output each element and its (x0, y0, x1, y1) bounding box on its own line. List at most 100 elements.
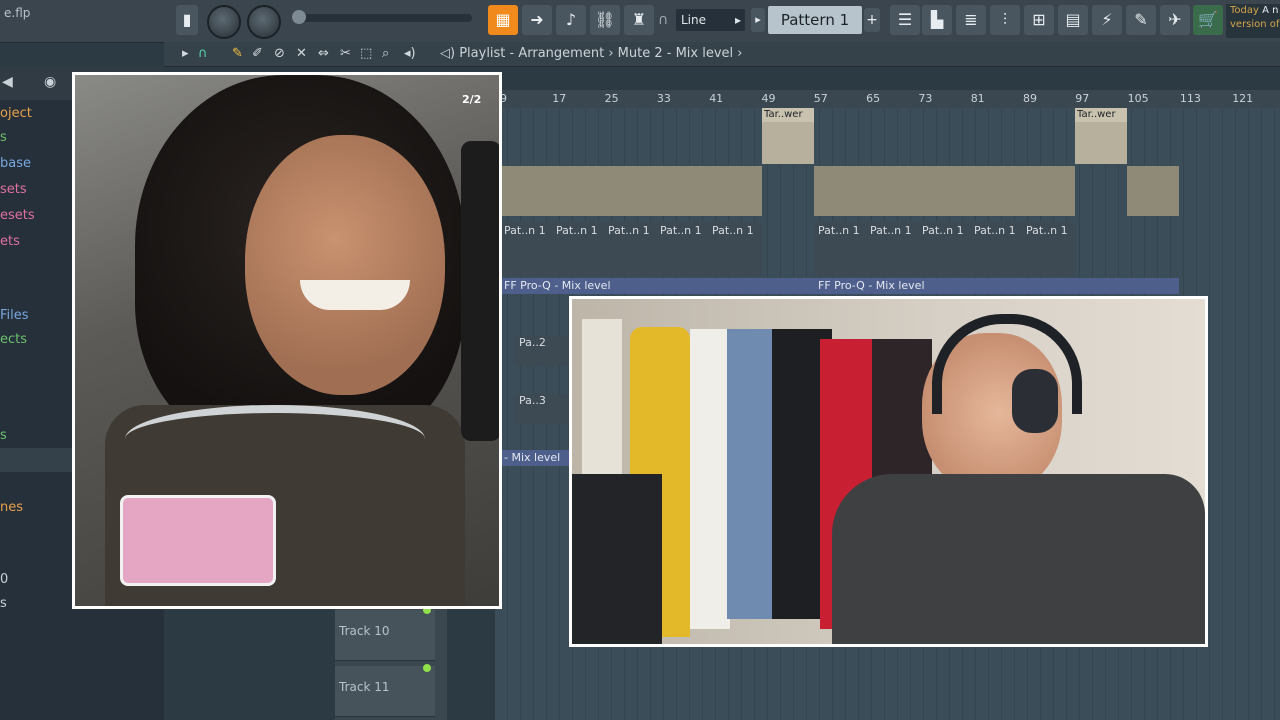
magnet-snap-icon[interactable]: ∩ (198, 46, 208, 61)
audio-clip[interactable]: Tar..wer (1075, 108, 1127, 164)
clip-label: Tar..wer (1075, 108, 1127, 122)
timeline-ruler[interactable]: 9 17 25 33 41 49 57 65 73 81 89 97 105 113 121 (495, 90, 1280, 108)
tempo-slider[interactable] (292, 14, 472, 22)
smile-teeth (300, 280, 410, 310)
sweater-shape (832, 474, 1205, 644)
browser-item[interactable]: esets (0, 208, 35, 223)
headphone-cup (1012, 369, 1058, 433)
browser-item[interactable]: sets (0, 182, 27, 197)
browser-item[interactable]: oject (0, 106, 32, 121)
piano-roll-icon[interactable]: ▙ (922, 5, 952, 35)
track-header[interactable]: Track 10 (335, 610, 435, 661)
ruler-tick-label: 97 (1075, 92, 1090, 105)
pattern-clip-row[interactable]: Pat..n 1 Pat..n 1 Pat..n 1 Pat..n 1 Pat.… (500, 222, 762, 276)
link-icon[interactable]: ⛓ (590, 5, 620, 35)
pattern-clip-row[interactable]: Pat..n 1 Pat..n 1 Pat..n 1 Pat..n 1 Pat.… (814, 222, 1075, 276)
coat-white-2 (690, 329, 730, 629)
ruler-tick-label: 65 (866, 92, 881, 105)
automation-clip[interactable]: FF Pro-Q - Mix level (814, 278, 1179, 294)
menu-arrow-icon[interactable]: ▸ (182, 46, 189, 61)
pattern-clip-label: Pat..n 1 (870, 224, 912, 237)
track-header[interactable]: Track 11 (335, 666, 435, 717)
track-name: Track 11 (339, 680, 390, 694)
audio-clip[interactable]: Tar..wer (762, 108, 814, 164)
audio-clip[interactable] (1127, 166, 1179, 216)
browser-icon[interactable]: ⊞ (1024, 5, 1054, 35)
browser-item[interactable]: s (0, 428, 7, 443)
slip-tool-icon[interactable]: ⇔ (318, 46, 329, 61)
browser-item[interactable]: ects (0, 332, 27, 347)
coat-denim (727, 329, 777, 619)
pattern-clip-label: Pat..n 1 (556, 224, 598, 237)
pattern-clip-label: Pat..n 1 (974, 224, 1016, 237)
delete-tool-icon[interactable]: ⊘ (274, 46, 285, 61)
master-pitch-knob[interactable] (247, 5, 281, 39)
cart-icon[interactable]: 🛒 (1193, 5, 1223, 35)
ruler-tick-label: 41 (709, 92, 724, 105)
pattern-clip-label: Pat..n 1 (504, 224, 546, 237)
pattern-selector[interactable]: Pattern 1 (768, 6, 862, 34)
master-volume-knob[interactable] (207, 5, 241, 39)
browser-item[interactable]: base (0, 156, 31, 171)
automation-clip[interactable]: FF Pro-Q - Mix level (500, 278, 814, 294)
slice-tool-icon[interactable]: ✂ (340, 46, 351, 61)
slide-icon[interactable]: ♪ (556, 5, 586, 35)
typing-keyboard-icon[interactable]: ▦ (488, 5, 518, 35)
magnet-icon[interactable]: ∩ (658, 12, 668, 28)
pattern-clip-label: Pat..n 1 (922, 224, 964, 237)
breadcrumb-separator: › (737, 46, 743, 61)
pattern-clip-label: Pat..n 1 (712, 224, 754, 237)
pattern-prev-button[interactable]: ▸ (751, 8, 765, 32)
project-info-icon[interactable]: ▤ (1058, 5, 1088, 35)
playlist-icon[interactable]: ☰ (890, 5, 920, 35)
ruler-tick-label: 121 (1232, 92, 1254, 105)
zoom-tool-icon[interactable]: ⌕ (382, 46, 389, 61)
pattern-clip[interactable]: Pa..2 (515, 336, 573, 366)
playback-tool-icon[interactable]: ◂) (404, 46, 416, 61)
browser-item[interactable]: nes (0, 500, 23, 515)
news-panel[interactable]: Today A n version of (1226, 4, 1280, 38)
speaker-icon: ◁) (440, 46, 460, 61)
ruler-tick-label: 49 (761, 92, 776, 105)
select-tool-icon[interactable]: ⬚ (360, 46, 372, 61)
mixer-icon[interactable]: ⫶ (990, 5, 1020, 35)
paint-tool-icon[interactable]: ✐ (252, 46, 263, 61)
channel-rack-icon[interactable]: ≣ (956, 5, 986, 35)
overlay-photo-woman: 2/2 (72, 72, 502, 609)
pattern-clip[interactable]: Pa..3 (515, 394, 573, 424)
browser-item[interactable]: ets (0, 234, 20, 249)
plugin-icon[interactable]: ⚡ (1092, 5, 1122, 35)
ruler-tick-label: 17 (552, 92, 567, 105)
breadcrumb-title[interactable]: Playlist - Arrangement (459, 46, 604, 61)
mixer-slider-icon[interactable]: ▮ (176, 5, 198, 35)
draw-tool-icon[interactable]: ✎ (232, 46, 243, 61)
speaker-icon[interactable]: ◀ (2, 74, 13, 90)
slider-handle[interactable] (292, 10, 306, 24)
send-icon[interactable]: ✈ (1160, 5, 1190, 35)
mute-tool-icon[interactable]: ✕ (296, 46, 307, 61)
browser-item[interactable]: Files (0, 308, 29, 323)
microphone-icon[interactable]: ✎ (1126, 5, 1156, 35)
automation-clip[interactable]: - Mix level (500, 450, 570, 466)
ruler-tick-label: 57 (813, 92, 828, 105)
photo-counter: 2/2 (462, 93, 482, 106)
stamp-icon[interactable]: ♜ (624, 5, 654, 35)
browser-item[interactable]: 0 (0, 572, 8, 587)
add-pattern-button[interactable]: + (864, 8, 880, 32)
news-date: Today (1230, 5, 1259, 16)
snap-select[interactable]: Line ▸ (676, 9, 745, 31)
audio-clip[interactable] (500, 166, 762, 216)
step-edit-icon[interactable]: ➜ (522, 5, 552, 35)
breadcrumb-target[interactable]: Mute 2 - Mix level (618, 46, 733, 61)
browser-item[interactable]: s (0, 596, 7, 611)
audio-clip[interactable] (814, 166, 1075, 216)
browser-item[interactable]: s (0, 130, 7, 145)
project-filename: e.flp (4, 6, 31, 20)
breadcrumb-separator: › (608, 46, 614, 61)
ruler-tick-label: 113 (1179, 92, 1201, 105)
news-snippet: A n (1262, 5, 1279, 16)
globe-icon[interactable]: ◉ (44, 74, 56, 90)
track-name: Track 10 (339, 624, 390, 638)
ruler-tick-label: 89 (1023, 92, 1037, 105)
track-led[interactable] (423, 664, 431, 672)
